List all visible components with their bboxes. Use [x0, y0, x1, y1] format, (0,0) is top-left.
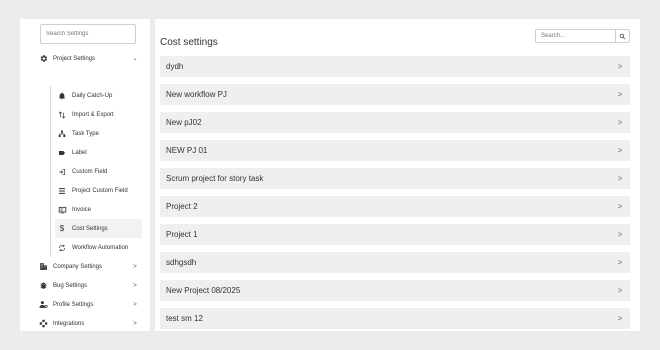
chevron-right-icon: > [617, 286, 623, 295]
project-row[interactable]: NEW PJ 01 > [160, 140, 630, 161]
chevron-right-icon: > [617, 90, 623, 99]
label-icon [57, 148, 67, 158]
project-row[interactable]: New workflow PJ > [160, 84, 630, 105]
project-name: test sm 12 [166, 314, 203, 323]
search-input[interactable]: Search... [536, 30, 615, 42]
project-row[interactable]: New Project 08/2025 > [160, 280, 630, 301]
project-name: New workflow PJ [166, 90, 227, 99]
sidebar-item-label: Project Custom Field [72, 187, 128, 194]
workflow-icon [57, 243, 67, 253]
sidebar-item-daily-catch-up[interactable]: Daily Catch-Up [20, 86, 150, 105]
sidebar-item-task-type[interactable]: Task Type [20, 124, 150, 143]
sidebar-item-profile-settings[interactable]: Profile Settings > [20, 295, 150, 314]
project-name: NEW PJ 01 [166, 146, 208, 155]
import-export-icon [57, 110, 67, 120]
sidebar-item-label: Daily Catch-Up [72, 92, 113, 99]
sidebar-item-invoice[interactable]: Invoice [20, 200, 150, 219]
project-name: Project 1 [166, 230, 198, 239]
project-row[interactable]: sdhgsdh > [160, 252, 630, 273]
project-name: sdhgsdh [166, 258, 197, 267]
project-row[interactable]: Scrum project for story task > [160, 168, 630, 189]
building-icon [38, 262, 48, 272]
sidebar-item-company-settings[interactable]: Company Settings > [20, 257, 150, 276]
sidebar-item-label: Invoice [72, 206, 92, 213]
project-row[interactable]: Project 1 > [160, 224, 630, 245]
sidebar-item-label: Bug Settings [53, 282, 88, 289]
sidebar-item-label: Task Type [72, 130, 99, 137]
chevron-right-icon: > [617, 146, 623, 155]
project-row[interactable]: dydh > [160, 56, 630, 77]
sidebar-item-label: Custom Field [72, 168, 108, 175]
chevron-right-icon: > [617, 258, 623, 267]
sidebar-item-cost-settings[interactable]: $ Cost Settings [55, 219, 142, 238]
sidebar-item-label: Import & Export [72, 111, 114, 118]
chevron-right-icon: > [133, 263, 137, 270]
sidebar-item-label-settings[interactable]: Label [20, 143, 150, 162]
integrations-icon [38, 319, 48, 329]
chevron-right-icon: > [617, 62, 623, 71]
chevron-right-icon: > [133, 282, 137, 289]
invoice-icon [57, 205, 67, 215]
sidebar-item-label: Company Settings [53, 263, 103, 270]
sidebar-item-project-custom-field[interactable]: Project Custom Field [20, 181, 150, 200]
chevron-down-icon: ⌄ [132, 56, 138, 62]
search-button[interactable] [615, 30, 629, 42]
project-name: New Project 08/2025 [166, 286, 241, 295]
custom-field-icon [57, 167, 67, 177]
chevron-right-icon: > [617, 118, 623, 127]
chevron-right-icon: > [617, 314, 623, 323]
list-icon [57, 186, 67, 196]
project-name: Scrum project for story task [166, 174, 264, 183]
gear-icon [38, 54, 48, 64]
chevron-right-icon: > [617, 230, 623, 239]
search-settings-input[interactable] [40, 24, 136, 44]
chevron-right-icon: > [133, 320, 137, 327]
sidebar-item-label: Project Settings [53, 55, 96, 62]
sidebar-item-label: Integrations [53, 320, 85, 327]
project-search: Search... [535, 29, 630, 43]
bell-icon [57, 91, 67, 101]
sidebar-item-integrations[interactable]: Integrations > [20, 314, 150, 331]
project-name: dydh [166, 62, 184, 71]
dollar-icon: $ [59, 224, 65, 233]
search-icon [619, 27, 626, 45]
sidebar-item-label: Profile Settings [53, 301, 94, 308]
project-name: Project 2 [166, 202, 198, 211]
sidebar-item-project-settings[interactable]: Project Settings ⌄ [20, 49, 150, 68]
settings-sidebar: Project Settings ⌄ Daily Catch-Up Import… [20, 19, 150, 331]
sidebar-item-label: Cost Settings [72, 225, 108, 232]
chevron-right-icon: > [133, 301, 137, 308]
sidebar-item-bug-settings[interactable]: Bug Settings > [20, 276, 150, 295]
sidebar-item-label: Label [72, 149, 87, 156]
sidebar-item-import-export[interactable]: Import & Export [20, 105, 150, 124]
page-title: Cost settings [160, 37, 218, 48]
sidebar-item-label: Workflow Automation [72, 244, 129, 251]
task-type-icon [57, 129, 67, 139]
chevron-right-icon: > [617, 174, 623, 183]
bug-icon [38, 281, 48, 291]
chevron-right-icon: > [617, 202, 623, 211]
project-name: New pJ02 [166, 118, 202, 127]
project-row[interactable]: New pJ02 > [160, 112, 630, 133]
project-row[interactable]: test sm 12 > [160, 308, 630, 329]
cost-settings-panel: Cost settings Search... dydh > New workf… [155, 19, 640, 331]
sidebar-item-custom-field[interactable]: Custom Field [20, 162, 150, 181]
sidebar-item-workflow-automation[interactable]: Workflow Automation [20, 238, 150, 257]
profile-icon [38, 300, 48, 310]
project-row[interactable]: Project 2 > [160, 196, 630, 217]
